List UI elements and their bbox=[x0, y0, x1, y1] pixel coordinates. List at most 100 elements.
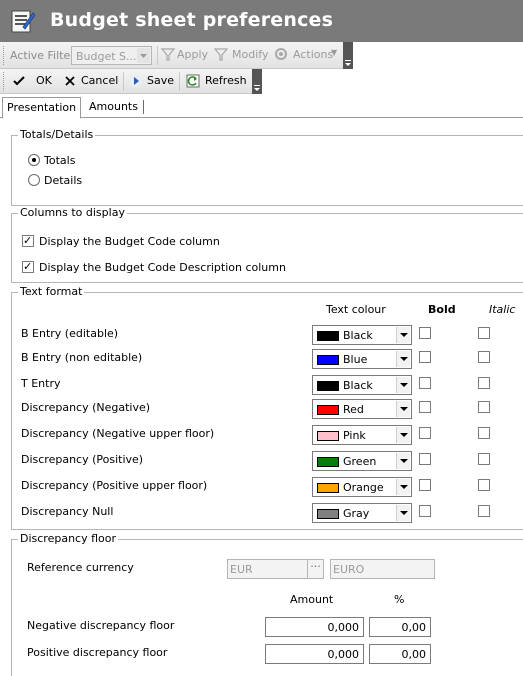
italic-checkbox[interactable] bbox=[478, 479, 490, 491]
text-format-row-label: Discrepancy (Negative) bbox=[21, 401, 151, 414]
text-format-row-label: T Entry bbox=[21, 377, 61, 390]
bold-checkbox[interactable] bbox=[419, 505, 431, 517]
text-colour-select[interactable]: Red bbox=[312, 399, 412, 419]
apply-button[interactable]: Apply bbox=[177, 48, 208, 61]
italic-checkbox[interactable] bbox=[478, 427, 490, 439]
toolbar-overflow-button[interactable] bbox=[343, 42, 353, 69]
percent-header: % bbox=[394, 593, 405, 606]
colour-swatch bbox=[317, 457, 339, 467]
bold-checkbox[interactable] bbox=[419, 401, 431, 413]
action-toolbar-band: OK Cancel Save Refresh bbox=[0, 69, 252, 94]
tab-presentation[interactable]: Presentation bbox=[2, 97, 82, 119]
colour-swatch bbox=[317, 431, 339, 441]
text-format-row-label: Discrepancy Null bbox=[21, 505, 114, 518]
check-icon bbox=[13, 76, 25, 86]
negative-floor-percent-input[interactable]: 0,00 bbox=[369, 617, 431, 637]
overflow-chevron-icon bbox=[345, 60, 351, 66]
active-filter-value: Budget S... bbox=[76, 50, 137, 63]
chevron-down-icon[interactable] bbox=[396, 401, 410, 417]
tab-amounts[interactable]: Amounts bbox=[85, 97, 142, 119]
cancel-button[interactable]: Cancel bbox=[81, 74, 118, 87]
reference-currency-label: Reference currency bbox=[27, 561, 134, 574]
chevron-down-icon[interactable] bbox=[396, 427, 410, 443]
text-format-row-label: B Entry (editable) bbox=[21, 327, 119, 340]
actions-button[interactable]: Actions bbox=[293, 48, 333, 61]
title-bar: Budget sheet preferences bbox=[0, 0, 523, 42]
budget-code-checkbox[interactable] bbox=[22, 234, 34, 247]
bold-checkbox[interactable] bbox=[419, 479, 431, 491]
italic-checkbox[interactable] bbox=[478, 351, 490, 363]
colour-name: Black bbox=[343, 329, 373, 342]
toolbar-overflow-button[interactable] bbox=[252, 69, 262, 94]
positive-floor-amount-input[interactable]: 0,000 bbox=[265, 644, 364, 664]
italic-header: Italic bbox=[489, 303, 516, 316]
amount-header: Amount bbox=[290, 593, 334, 606]
chevron-down-icon[interactable] bbox=[396, 377, 410, 393]
toolbar-grip[interactable] bbox=[3, 46, 6, 65]
chevron-down-icon[interactable] bbox=[396, 479, 410, 495]
actions-chevron-icon: ▼ bbox=[331, 48, 338, 57]
text-format-row-label: B Entry (non editable) bbox=[21, 351, 143, 364]
modify-button[interactable]: Modify bbox=[232, 48, 268, 61]
refresh-icon bbox=[186, 74, 200, 88]
chevron-down-icon[interactable] bbox=[396, 327, 410, 343]
colour-name: Green bbox=[343, 455, 377, 468]
colour-swatch bbox=[317, 355, 339, 365]
toolbar-separator bbox=[123, 72, 124, 91]
currency-code-field[interactable]: EUR ··· bbox=[227, 559, 324, 579]
toolbar-grip[interactable] bbox=[3, 72, 6, 91]
active-filter-select[interactable]: Budget S... bbox=[71, 46, 152, 65]
text-colour-header: Text colour bbox=[326, 303, 386, 316]
details-radio[interactable] bbox=[28, 174, 40, 186]
save-icon bbox=[130, 75, 142, 87]
bold-header: Bold bbox=[428, 303, 456, 316]
text-colour-select[interactable]: Black bbox=[312, 375, 412, 395]
text-colour-select[interactable]: Black bbox=[312, 325, 412, 345]
colour-swatch bbox=[317, 405, 339, 415]
negative-floor-amount-input[interactable]: 0,000 bbox=[265, 617, 364, 637]
bold-checkbox[interactable] bbox=[419, 453, 431, 465]
text-format-title: Text format bbox=[18, 285, 85, 298]
positive-floor-label: Positive discrepancy floor bbox=[27, 646, 168, 659]
text-colour-select[interactable]: Orange bbox=[312, 477, 412, 497]
colour-swatch bbox=[317, 509, 339, 519]
italic-checkbox[interactable] bbox=[478, 401, 490, 413]
positive-floor-percent-input[interactable]: 0,00 bbox=[369, 644, 431, 664]
text-format-row-label: Discrepancy (Positive upper floor) bbox=[21, 479, 208, 492]
colour-swatch bbox=[317, 381, 339, 391]
close-icon bbox=[65, 76, 75, 86]
italic-checkbox[interactable] bbox=[478, 327, 490, 339]
overflow-chevron-icon bbox=[254, 85, 260, 91]
save-button[interactable]: Save bbox=[147, 74, 174, 87]
text-format-row-label: Discrepancy (Positive) bbox=[21, 453, 144, 466]
budget-sheet-icon bbox=[11, 10, 35, 33]
italic-checkbox[interactable] bbox=[478, 505, 490, 517]
gear-icon bbox=[275, 48, 287, 60]
totals-radio[interactable] bbox=[28, 154, 40, 166]
ok-button[interactable]: OK bbox=[36, 74, 52, 87]
text-colour-select[interactable]: Gray bbox=[312, 503, 412, 523]
bold-checkbox[interactable] bbox=[419, 327, 431, 339]
bold-checkbox[interactable] bbox=[419, 427, 431, 439]
colour-name: Black bbox=[343, 379, 373, 392]
text-format-row-label: Discrepancy (Negative upper floor) bbox=[21, 427, 215, 440]
colour-name: Red bbox=[343, 403, 364, 416]
chevron-down-icon[interactable] bbox=[396, 453, 410, 469]
refresh-button[interactable]: Refresh bbox=[205, 74, 247, 87]
budget-code-description-checkbox[interactable] bbox=[22, 260, 34, 273]
totals-details-group: Totals/Details Totals Details bbox=[11, 128, 523, 206]
text-colour-select[interactable]: Pink bbox=[312, 425, 412, 445]
bold-checkbox[interactable] bbox=[419, 377, 431, 389]
italic-checkbox[interactable] bbox=[478, 377, 490, 389]
text-format-group: Text format Text colour Bold Italic B En… bbox=[11, 285, 523, 530]
negative-floor-label: Negative discrepancy floor bbox=[27, 619, 175, 632]
lookup-icon[interactable]: ··· bbox=[307, 560, 323, 578]
bold-checkbox[interactable] bbox=[419, 351, 431, 363]
chevron-down-icon[interactable] bbox=[396, 351, 410, 367]
colour-swatch bbox=[317, 331, 339, 341]
chevron-down-icon[interactable] bbox=[396, 505, 410, 521]
text-colour-select[interactable]: Green bbox=[312, 451, 412, 471]
italic-checkbox[interactable] bbox=[478, 453, 490, 465]
filter-toolbar-band: Active Filter Budget S... Apply Modify A… bbox=[0, 42, 343, 69]
text-colour-select[interactable]: Blue bbox=[312, 349, 412, 369]
